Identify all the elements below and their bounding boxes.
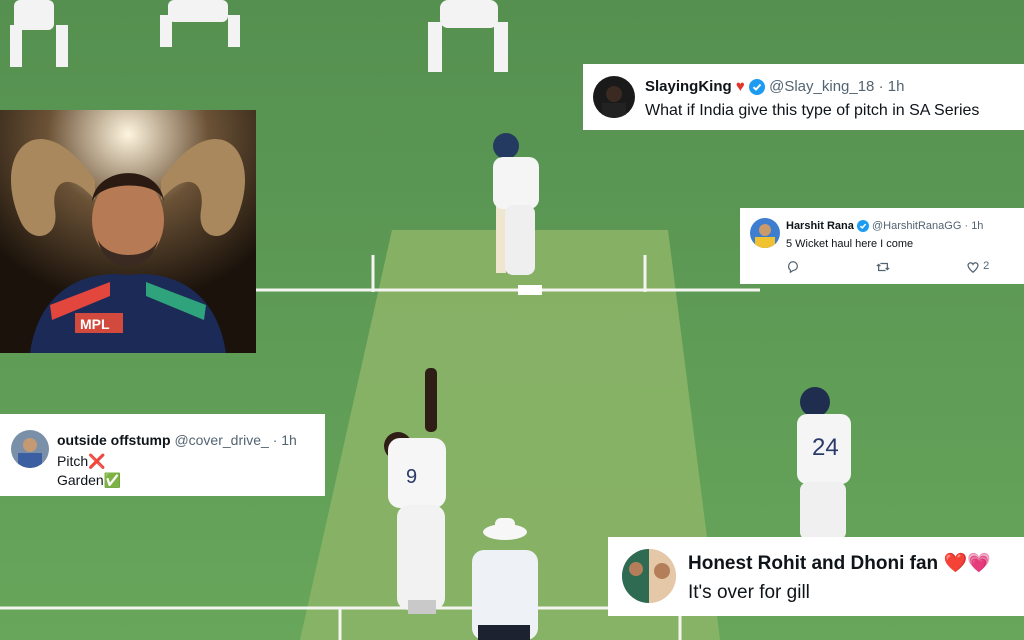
reply-button[interactable]	[786, 260, 800, 277]
avatar[interactable]	[622, 549, 676, 603]
author-handle[interactable]: @HarshitRanaGG	[872, 220, 961, 232]
author-name[interactable]: outside offstump	[57, 432, 171, 448]
heart-icon	[967, 262, 979, 274]
post-time: · 1h	[878, 78, 905, 95]
retweet-icon	[876, 262, 890, 272]
tweet-text: 5 Wicket haul here I come	[786, 238, 914, 250]
avatar[interactable]	[593, 76, 635, 118]
tweet-text-line-2: Garden✅	[57, 472, 122, 488]
player-photo: MPL	[0, 110, 256, 353]
author-handle[interactable]: @cover_drive_	[174, 432, 268, 448]
avatar[interactable]	[11, 430, 49, 468]
check-mark-icon: ✅	[103, 472, 122, 488]
like-count: 2	[983, 260, 990, 272]
svg-text:MPL: MPL	[80, 316, 110, 332]
author-name[interactable]: Honest Rohit and Dhoni fan	[688, 553, 938, 574]
svg-text:24: 24	[812, 434, 839, 461]
tweet-text: It's over for gill	[688, 582, 810, 603]
fire-heart-icon: ♥	[735, 78, 745, 95]
avatar[interactable]	[750, 218, 780, 248]
post-time: · 1h	[964, 220, 984, 232]
tweet-text-line-1: Pitch❌	[57, 453, 106, 469]
tweet-card-harshit-rana[interactable]: Harshit Rana @HarshitRanaGG · 1h 5 Wicke…	[740, 208, 1024, 284]
tweet-text: What if India give this type of pitch in…	[645, 102, 980, 119]
verified-badge-icon	[748, 79, 765, 96]
retweet-button[interactable]	[876, 260, 890, 277]
post-time: · 1h	[272, 432, 297, 448]
cross-mark-icon: ❌	[88, 453, 106, 469]
tweet-card-outside-offstump[interactable]: outside offstump @cover_drive_ · 1h Pitc…	[0, 414, 325, 496]
reply-icon	[788, 261, 798, 274]
like-button[interactable]: 2	[966, 260, 989, 277]
author-name[interactable]: SlayingKing	[645, 78, 732, 95]
tweet-card-honest-rohit-fan[interactable]: Honest Rohit and Dhoni fan ❤️💗 It's over…	[608, 537, 1024, 616]
author-name[interactable]: Harshit Rana	[786, 220, 854, 232]
author-handle[interactable]: @Slay_king_18	[769, 78, 874, 95]
svg-text:9: 9	[406, 466, 417, 488]
hearts-icon: ❤️💗	[943, 553, 991, 574]
verified-badge-icon	[856, 220, 869, 233]
tweet-card-slayingking[interactable]: SlayingKing ♥ @Slay_king_18 · 1h What if…	[583, 64, 1024, 130]
